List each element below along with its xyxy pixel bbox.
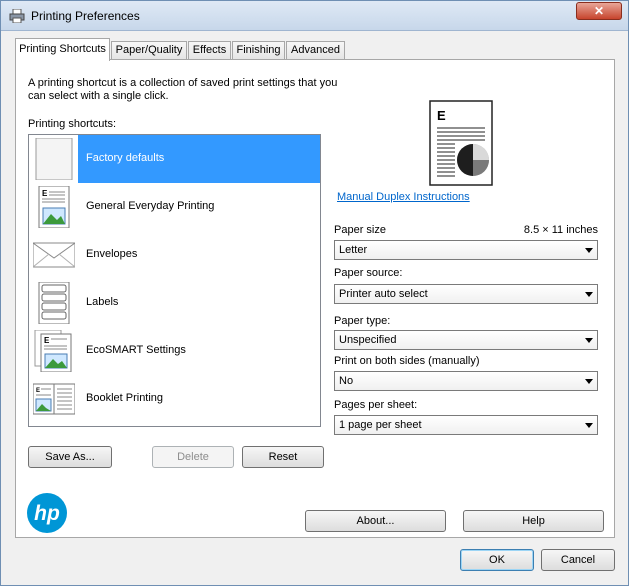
print-both-sides-select[interactable]: No [334,371,598,391]
paper-size-select[interactable]: Letter [334,240,598,260]
svg-text:E: E [44,336,50,345]
tab-finishing[interactable]: Finishing [232,41,285,60]
paper-type-select[interactable]: Unspecified [334,330,598,350]
printing-preferences-window: Printing Preferences ✕ Printing Shortcut… [0,0,629,586]
eco-document-icon: E [34,330,72,372]
list-item-factory-defaults[interactable]: Factory defaults [29,135,320,183]
reset-button[interactable]: Reset [242,446,324,468]
printing-shortcuts-panel: A printing shortcut is a collection of s… [15,59,615,538]
pages-per-sheet-select[interactable]: 1 page per sheet [334,415,598,435]
chevron-down-icon [585,248,593,253]
list-item-label: EcoSMART Settings [86,344,186,356]
print-both-sides-value: No [339,375,354,387]
shortcut-description: A printing shortcut is a collection of s… [28,77,338,102]
chevron-down-icon [585,423,593,428]
about-button[interactable]: About... [305,510,446,532]
envelope-icon [33,242,75,268]
hp-logo-text: hp [34,502,60,525]
cancel-button[interactable]: Cancel [541,549,615,571]
chevron-down-icon [585,379,593,384]
ok-button[interactable]: OK [460,549,534,571]
delete-button[interactable]: Delete [152,446,234,468]
svg-text:E: E [36,388,40,394]
paper-type-label: Paper type: [334,315,391,327]
list-item-labels[interactable]: Labels [29,279,320,327]
paper-size-value: Letter [339,244,368,256]
pages-per-sheet-label: Pages per sheet: [334,399,418,411]
tab-advanced[interactable]: Advanced [286,41,345,60]
svg-text:E: E [42,189,48,198]
list-item-label: General Everyday Printing [86,200,215,212]
paper-size-label: Paper size [334,224,386,236]
list-item-label: Labels [86,296,119,308]
chevron-down-icon [585,292,593,297]
labels-sheet-icon [38,282,70,324]
window-title: Printing Preferences [31,9,140,23]
pages-per-sheet-value: 1 page per sheet [339,419,422,431]
save-as-button[interactable]: Save As... [28,446,112,468]
list-item-label: Envelopes [86,248,138,260]
list-item-label: Factory defaults [86,152,165,164]
preview-letter: E [437,108,446,123]
shortcuts-list[interactable]: Factory defaults E General Everyday Prin… [28,134,321,427]
paper-source-label: Paper source: [334,267,403,279]
document-image-icon: E [38,186,70,228]
list-item-ecosmart-settings[interactable]: E EcoSMART Settings [29,327,320,375]
list-item-envelopes[interactable]: Envelopes [29,231,320,279]
help-button[interactable]: Help [463,510,604,532]
manual-duplex-instructions-link[interactable]: Manual Duplex Instructions [337,191,470,203]
title-bar[interactable]: Printing Preferences ✕ [1,1,628,31]
page-preview-image: E [429,100,493,186]
booklet-icon: E [33,383,75,415]
paper-source-select[interactable]: Printer auto select [334,284,598,304]
chevron-down-icon [585,338,593,343]
shortcuts-label: Printing shortcuts: [28,118,117,130]
tab-effects[interactable]: Effects [188,41,231,60]
list-item-label: Booklet Printing [86,392,164,404]
list-item-booklet-printing[interactable]: E Booklet Printing [29,375,320,423]
paper-source-value: Printer auto select [339,288,428,300]
list-item-general-everyday-printing[interactable]: E General Everyday Printing [29,183,320,231]
tab-printing-shortcuts[interactable]: Printing Shortcuts [15,38,110,61]
paper-type-value: Unspecified [339,334,397,346]
printer-icon [9,9,25,23]
tab-paper-quality[interactable]: Paper/Quality [111,41,187,60]
hp-logo: hp [27,493,67,533]
blank-page-icon [35,138,73,180]
print-both-sides-label: Print on both sides (manually) [334,355,480,367]
close-button[interactable]: ✕ [576,2,622,20]
paper-size-dimensions: 8.5 × 11 inches [523,224,598,236]
